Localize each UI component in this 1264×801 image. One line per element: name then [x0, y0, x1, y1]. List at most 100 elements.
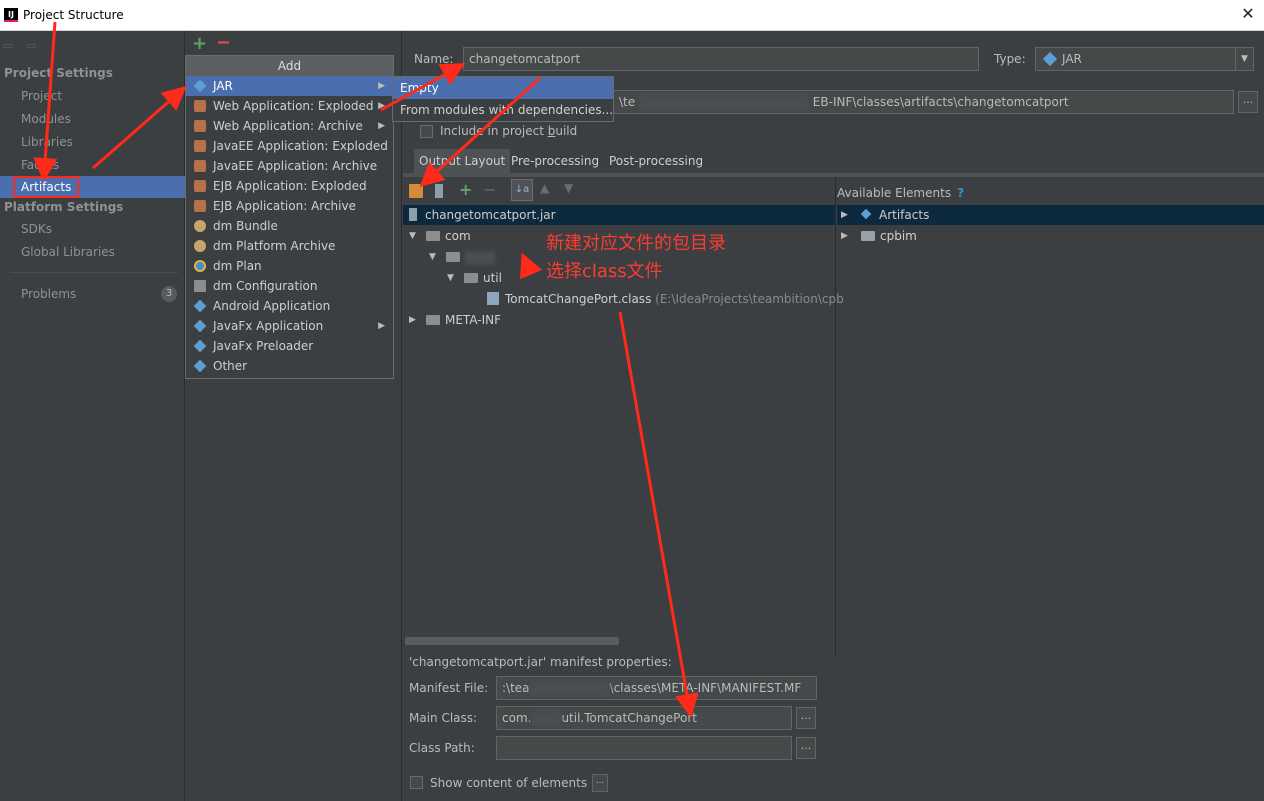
manifest-file-prefix: :\tea — [502, 681, 530, 695]
main-class-field[interactable]: com. util.TomcatChangePort — [496, 706, 792, 730]
output-dir-prefix: \te — [619, 95, 636, 109]
submenu-arrow-icon: ▶ — [378, 121, 385, 131]
artifacts-icon — [860, 208, 872, 220]
config-icon — [194, 280, 206, 292]
tree-row-package[interactable]: ▼ — [429, 247, 495, 267]
sidebar-item-libraries[interactable]: Libraries — [0, 131, 185, 153]
add-icon[interactable]: + — [192, 33, 207, 54]
tree-row-meta-inf[interactable]: ▶ META-INF — [409, 310, 501, 330]
name-field[interactable]: changetomcatport — [463, 47, 979, 71]
show-content-options-button[interactable]: ... — [592, 774, 608, 792]
popup-item-javaee-archive[interactable]: JavaEE Application: Archive — [186, 156, 393, 176]
popup-item-label: JavaEE Application: Archive — [213, 159, 378, 173]
tab-pre-processing[interactable]: Pre-processing — [506, 149, 604, 173]
available-item-cpbim[interactable]: ▶ cpbim — [841, 226, 917, 246]
sidebar-item-global-libraries[interactable]: Global Libraries — [0, 241, 185, 263]
main-class-prefix: com. — [502, 711, 532, 725]
annotation-line-1: 新建对应文件的包目录 — [546, 233, 726, 254]
tree-row-jar[interactable]: changetomcatport.jar — [409, 205, 556, 225]
popup-item-dm-bundle[interactable]: dm Bundle — [186, 216, 393, 236]
browse-output-button[interactable]: ... — [1238, 91, 1258, 113]
available-item-artifacts[interactable]: ▶ Artifacts — [841, 205, 929, 225]
popup-item-web-archive[interactable]: Web Application: Archive ▶ — [186, 116, 393, 136]
popup-item-label: EJB Application: Exploded — [213, 179, 367, 193]
add-artifact-popup: Add JAR ▶ Web Application: Exploded ▶ Web … — [185, 55, 394, 379]
tree-label: TomcatChangePort.class — [505, 292, 652, 306]
popup-item-jar[interactable]: JAR ▶ — [186, 76, 393, 96]
browse-main-class-button[interactable]: ... — [796, 707, 816, 729]
tree-row-class-file[interactable]: TomcatChangePort.class (E:\IdeaProjects\… — [487, 289, 844, 309]
expand-arrow-icon[interactable]: ▼ — [429, 247, 436, 267]
help-icon[interactable]: ? — [957, 186, 964, 200]
ejb-icon — [194, 180, 206, 192]
remove-icon[interactable]: − — [216, 32, 231, 53]
available-title-text: Available Elements — [837, 186, 952, 200]
folder-icon — [426, 230, 440, 241]
popup-item-android-application[interactable]: Android Application — [186, 296, 393, 316]
expand-arrow-icon[interactable]: ▶ — [409, 310, 416, 330]
include-build-checkbox[interactable] — [420, 125, 433, 138]
tab-post-processing[interactable]: Post-processing — [604, 149, 708, 173]
popup-item-label: Web Application: Exploded — [213, 99, 374, 113]
move-down-icon[interactable]: ▼ — [564, 181, 578, 195]
submenu-item-from-modules[interactable]: From modules with dependencies... — [393, 99, 613, 121]
redacted-text — [638, 95, 809, 110]
popup-item-label: dm Configuration — [213, 279, 318, 293]
main-class-suffix: util.TomcatChangePort — [561, 711, 697, 725]
move-up-icon[interactable]: ▲ — [540, 181, 554, 195]
manifest-file-field[interactable]: :\tea \classes\META-INF\MANIFEST.MF — [496, 676, 817, 700]
sort-icon[interactable]: ↓a — [511, 179, 533, 201]
output-layout-area: + − ↓a ▲ ▼ Available Elements? changetom… — [403, 173, 1264, 657]
popup-item-web-exploded[interactable]: Web Application: Exploded ▶ — [186, 96, 393, 116]
popup-item-label: Android Application — [213, 299, 331, 313]
horizontal-scrollbar[interactable] — [405, 637, 619, 645]
popup-item-other[interactable]: Other — [186, 356, 393, 376]
popup-item-dm-plan[interactable]: dm Plan — [186, 256, 393, 276]
sidebar-item-modules[interactable]: Modules — [0, 108, 185, 130]
sidebar-item-facets[interactable]: Facets — [0, 154, 185, 176]
popup-item-javafx-preloader[interactable]: JavaFx Preloader — [186, 336, 393, 356]
expand-arrow-icon[interactable]: ▼ — [447, 268, 454, 288]
popup-item-javaee-exploded[interactable]: JavaEE Application: Exploded — [186, 136, 393, 156]
expand-arrow-icon[interactable]: ▶ — [841, 205, 848, 225]
expand-arrow-icon[interactable]: ▼ — [409, 226, 416, 246]
create-archive-icon[interactable] — [435, 184, 443, 198]
type-value: JAR — [1062, 52, 1082, 66]
sidebar-item-sdks[interactable]: SDKs — [0, 218, 185, 240]
javaee-icon — [194, 160, 206, 172]
sidebar-item-project[interactable]: Project — [0, 85, 185, 107]
sidebar-item-problems[interactable]: Problems 3 — [0, 283, 185, 305]
submenu-item-empty[interactable]: Empty — [393, 77, 613, 99]
show-content-checkbox[interactable] — [410, 776, 423, 789]
annotation-line-2: 选择class文件 — [546, 261, 663, 282]
popup-item-dm-configuration[interactable]: dm Configuration — [186, 276, 393, 296]
popup-item-ejb-exploded[interactable]: EJB Application: Exploded — [186, 176, 393, 196]
platform-settings-heading: Platform Settings — [4, 200, 124, 214]
redacted-text — [529, 681, 610, 696]
popup-item-javafx-application[interactable]: JavaFx Application ▶ — [186, 316, 393, 336]
popup-item-ejb-archive[interactable]: EJB Application: Archive — [186, 196, 393, 216]
close-icon[interactable]: ✕ — [1238, 4, 1258, 24]
class-path-field[interactable] — [496, 736, 792, 760]
tree-row-util[interactable]: ▼ util — [447, 268, 502, 288]
window-title: Project Structure — [23, 8, 124, 22]
type-select[interactable]: JAR ▼ — [1035, 47, 1254, 71]
jar-icon — [193, 339, 207, 353]
sidebar-item-artifacts[interactable]: Artifacts — [0, 176, 185, 198]
web-app-icon — [194, 120, 206, 132]
back-arrow-icon[interactable]: ⇦ — [2, 39, 13, 54]
project-settings-heading: Project Settings — [4, 66, 113, 80]
create-directory-icon[interactable] — [409, 184, 423, 198]
manifest-file-label: Manifest File: — [409, 681, 489, 695]
add-element-icon[interactable]: + — [459, 180, 473, 199]
chevron-down-icon[interactable]: ▼ — [1235, 48, 1253, 70]
expand-arrow-icon[interactable]: ▶ — [841, 226, 848, 246]
tab-output-layout[interactable]: Output Layout — [414, 149, 511, 173]
tree-row-com[interactable]: ▼ com — [409, 226, 471, 246]
browse-class-path-button[interactable]: ... — [796, 737, 816, 759]
remove-element-icon[interactable]: − — [483, 180, 497, 199]
forward-arrow-icon[interactable]: ⇨ — [26, 39, 37, 54]
title-bar: IJ Project Structure ✕ — [0, 0, 1264, 31]
output-directory-field[interactable]: \te EB-INF\classes\artifacts\changetomca… — [613, 90, 1234, 114]
popup-item-dm-platform-archive[interactable]: dm Platform Archive — [186, 236, 393, 256]
